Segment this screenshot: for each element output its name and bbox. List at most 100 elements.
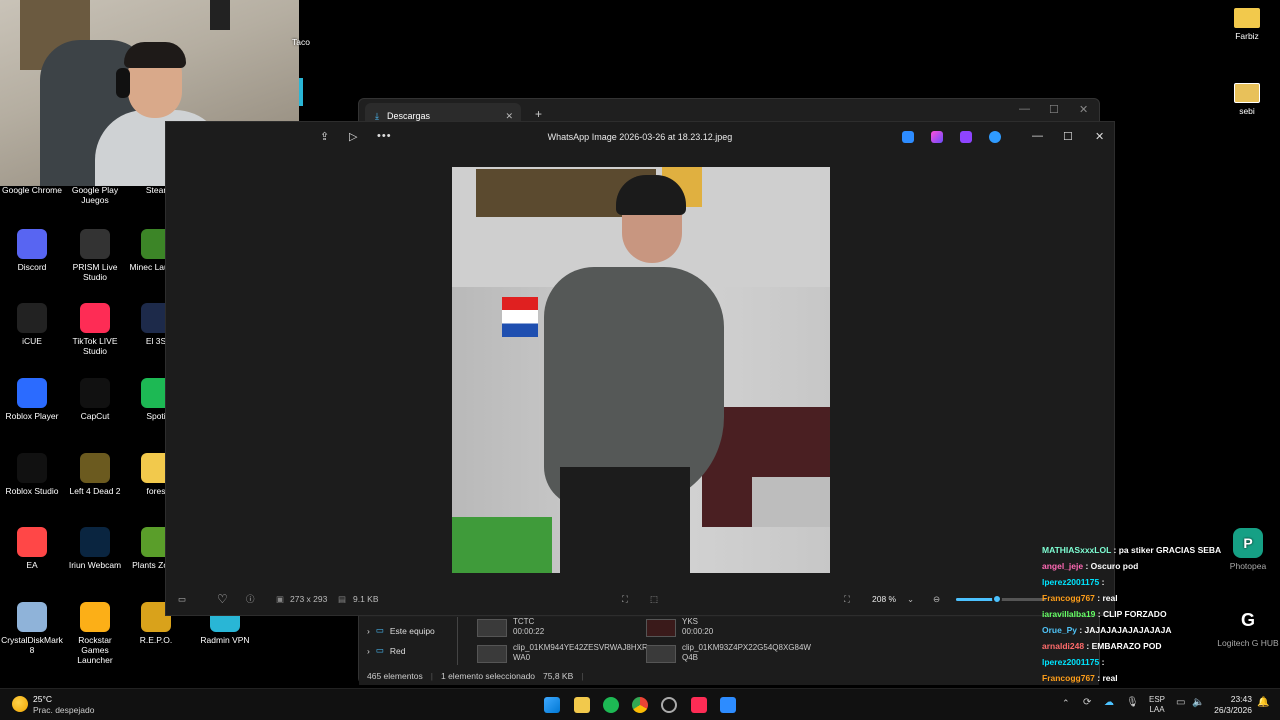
zoom-slider-fill bbox=[956, 598, 997, 601]
zoom-slider[interactable] bbox=[956, 594, 1046, 604]
photos-icon[interactable] bbox=[720, 697, 736, 713]
chevron-up-icon[interactable]: ⌃ bbox=[1062, 698, 1070, 709]
chat-username[interactable]: Francogg767 bbox=[1042, 593, 1095, 603]
chat-message: lperez2001175 : bbox=[1042, 574, 1242, 590]
desktop-icon[interactable]: Left 4 Dead 2 bbox=[64, 453, 126, 496]
image-filesize: 9.1 KB bbox=[353, 594, 379, 604]
file-explorer-icon[interactable] bbox=[574, 697, 590, 713]
notification-bell-icon[interactable]: 🔔 bbox=[1257, 697, 1269, 708]
chat-username[interactable]: lperez2001175 bbox=[1042, 577, 1099, 587]
zoom-out-icon[interactable]: ⊖ bbox=[933, 594, 940, 605]
crop-icon[interactable]: ⬚ bbox=[650, 594, 658, 605]
chat-text: Oscuro pod bbox=[1090, 561, 1139, 571]
file-item[interactable]: clip_01KM944YE42ZESVRWAJ8HXR WA0 bbox=[477, 643, 648, 663]
minimize-icon[interactable]: — bbox=[1032, 130, 1043, 142]
clock[interactable]: 23:43 26/3/2026 bbox=[1214, 694, 1252, 716]
chat-message: angel_jeje : Oscuro pod bbox=[1042, 558, 1242, 574]
microphone-icon[interactable]: 🎙 bbox=[1126, 697, 1139, 708]
nav-item-red[interactable]: › ▭ Red bbox=[367, 645, 405, 656]
desktop-icon[interactable]: CapCut bbox=[64, 378, 126, 421]
chat-separator: : bbox=[1083, 561, 1091, 571]
desktop-icon[interactable]: Rockstar Games Launcher bbox=[64, 602, 126, 665]
onedrive-tray-icon[interactable]: ☁ bbox=[1104, 697, 1114, 708]
video-thumbnail bbox=[477, 619, 507, 637]
desktop-icon-label: Google Chrome bbox=[1, 185, 62, 195]
desktop-icon[interactable]: TikTok LIVE Studio bbox=[64, 303, 126, 356]
stream-chat: MATHIASxxxLOL : pa stiker GRACIAS SEBA an… bbox=[1042, 542, 1242, 702]
chat-username[interactable]: Francogg767 bbox=[1042, 673, 1095, 683]
close-icon[interactable]: ✕ bbox=[1079, 103, 1088, 116]
weather-widget[interactable]: 25°C Prac. despejado bbox=[33, 694, 94, 716]
chrome-icon[interactable] bbox=[632, 697, 648, 713]
language-indicator[interactable]: ESP LAA bbox=[1149, 695, 1165, 715]
maximize-icon[interactable]: ☐ bbox=[1063, 130, 1073, 143]
desktop-icon[interactable]: PRISM Live Studio bbox=[64, 229, 126, 282]
close-tab-icon[interactable]: ✕ bbox=[505, 111, 513, 122]
chat-username[interactable]: MATHIASxxxLOL bbox=[1042, 545, 1111, 555]
desktop-icon[interactable]: CrystalDiskMark 8 bbox=[1, 602, 63, 655]
chat-separator: : bbox=[1095, 609, 1103, 619]
desktop-icon-label: TikTok LIVE Studio bbox=[72, 336, 118, 356]
desktop-icon-farbiz[interactable]: Farbiz bbox=[1216, 8, 1278, 41]
video-thumbnail bbox=[646, 645, 676, 663]
onedrive-icon[interactable] bbox=[989, 131, 1001, 143]
desktop-icon[interactable]: EA bbox=[1, 527, 63, 570]
clipchamp-icon[interactable] bbox=[960, 131, 972, 143]
chat-separator: : bbox=[1084, 641, 1092, 651]
actual-size-icon[interactable]: ⛶ bbox=[844, 594, 850, 605]
zoom-value[interactable]: 208 % bbox=[872, 594, 896, 604]
info-icon[interactable]: ⓘ bbox=[246, 593, 255, 605]
start-icon[interactable] bbox=[544, 697, 560, 713]
zoom-slider-thumb[interactable] bbox=[991, 594, 1002, 604]
poster bbox=[210, 0, 230, 30]
chat-username[interactable]: iaravillalba19 bbox=[1042, 609, 1095, 619]
close-icon[interactable]: ✕ bbox=[1095, 130, 1104, 143]
file-item[interactable]: clip_01KM93Z4PX22G54Q8XG84W Q4B bbox=[646, 643, 812, 663]
person-hair bbox=[124, 42, 186, 68]
desktop-icon-sebi[interactable]: sebi bbox=[1216, 83, 1278, 116]
chevron-right-icon: › bbox=[367, 645, 370, 656]
desktop-icon[interactable]: Google Play Juegos bbox=[64, 185, 126, 205]
chat-username[interactable]: Orue_Py bbox=[1042, 625, 1077, 635]
desktop-icon[interactable]: Roblox Player bbox=[1, 378, 63, 421]
designer-icon[interactable] bbox=[931, 131, 943, 143]
chat-username[interactable]: lperez2001175 bbox=[1042, 657, 1099, 667]
desktop-icon[interactable]: Iriun Webcam bbox=[64, 527, 126, 570]
file-item[interactable]: TCTC 00:00:22 bbox=[477, 617, 544, 637]
volume-icon[interactable]: 🔈 bbox=[1192, 697, 1204, 708]
partial-icon bbox=[299, 78, 303, 106]
chat-text: pa stiker GRACIAS SEBA bbox=[1118, 545, 1222, 555]
nav-item-este-equipo[interactable]: › ▭ Este equipo bbox=[367, 625, 435, 636]
tiktok-live-icon[interactable] bbox=[691, 697, 707, 713]
file-item[interactable]: YKS 00:00:20 bbox=[646, 617, 713, 637]
chat-username[interactable]: arnaldi248 bbox=[1042, 641, 1084, 651]
desktop-icon[interactable]: iCUE bbox=[1, 303, 63, 346]
favorite-icon[interactable]: ♡ bbox=[217, 592, 228, 606]
desktop-icon[interactable]: Roblox Studio bbox=[1, 453, 63, 496]
photos-viewer-window[interactable]: ⇪ ▷ ••• WhatsApp Image 2026-03-26 at 18.… bbox=[165, 121, 1115, 616]
chat-message: Orue_Py : JAJAJAJAJAJAJAJA bbox=[1042, 622, 1242, 638]
desktop-icon[interactable]: Google Chrome bbox=[1, 185, 63, 195]
network-icon[interactable]: ▭ bbox=[1176, 697, 1185, 708]
minimize-icon[interactable]: — bbox=[1019, 103, 1030, 115]
fit-icon[interactable]: ⛶ bbox=[622, 594, 628, 605]
obs-icon[interactable] bbox=[661, 697, 677, 713]
chat-username[interactable]: angel_jeje bbox=[1042, 561, 1083, 571]
tiktok-live-icon bbox=[80, 303, 110, 333]
weather-icon[interactable] bbox=[12, 696, 28, 712]
desktop-icon-label: CrystalDiskMark 8 bbox=[1, 635, 63, 655]
green-box bbox=[452, 517, 552, 573]
edit-photo-icon[interactable] bbox=[902, 131, 914, 143]
maximize-icon[interactable]: ☐ bbox=[1049, 103, 1059, 116]
pillow bbox=[752, 477, 830, 527]
desktop-icon-label-taco: Taco bbox=[292, 37, 310, 47]
sync-icon[interactable]: ⟳ bbox=[1083, 697, 1091, 708]
filmstrip-icon[interactable]: ▭ bbox=[178, 594, 186, 605]
chat-message: iaravillalba19 : CLIP FORZADO bbox=[1042, 606, 1242, 622]
spotify-icon[interactable] bbox=[603, 697, 619, 713]
chat-separator: : bbox=[1111, 545, 1119, 555]
chat-separator: : bbox=[1099, 577, 1105, 587]
desktop-icon[interactable]: Discord bbox=[1, 229, 63, 272]
new-tab-button[interactable]: + bbox=[535, 107, 542, 121]
chevron-down-icon[interactable]: ⌄ bbox=[907, 594, 914, 605]
